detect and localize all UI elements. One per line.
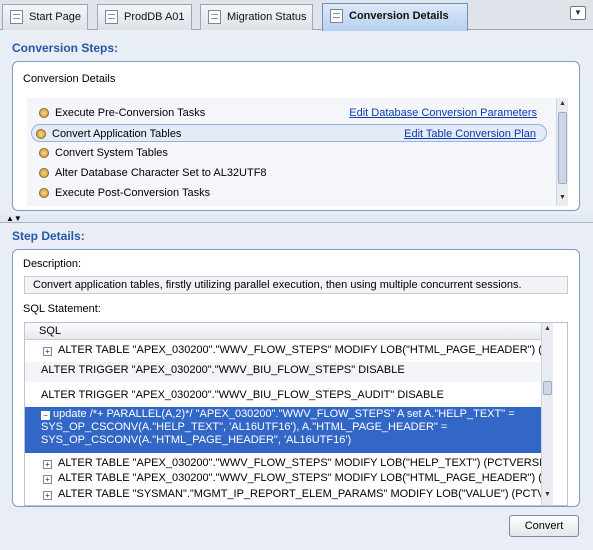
panel-splitter[interactable]: ▲▼ [0,215,593,223]
sql-row[interactable]: + ALTER TABLE "SYSMAN"."MGMT_IP_REPORT_EL… [25,487,541,501]
tab-proddb-a01[interactable]: ProdDB A01 [97,4,192,30]
tab-label: Conversion Details [349,10,449,22]
step-status-icon [39,108,49,118]
tab-start-page[interactable]: Start Page [2,4,88,30]
step-execute-pre-conversion[interactable]: Execute Pre-Conversion Tasks Edit Databa… [35,104,547,122]
page-icon [10,10,23,24]
step-label: Execute Pre-Conversion Tasks [55,107,206,119]
scroll-thumb[interactable] [558,112,567,184]
step-status-icon [39,188,49,198]
tab-bar: Start Page ProdDB A01 Migration Status C… [0,0,593,31]
expand-icon[interactable]: + [43,347,52,356]
tab-conversion-details[interactable]: Conversion Details [322,3,468,31]
convert-button[interactable]: Convert [509,515,579,537]
tab-migration-status[interactable]: Migration Status [200,4,314,30]
description-label: Description: [23,258,82,270]
step-label: Convert System Tables [55,147,168,159]
tab-list-dropdown-button[interactable]: ▼ [570,6,586,20]
sql-row[interactable]: ALTER TRIGGER "APEX_030200"."WWV_BIU_FLO… [25,387,541,403]
sql-row-selected[interactable]: − update /*+ PARALLEL(A,2)*/ "APEX_030200… [25,407,541,453]
sql-column-header[interactable]: SQL [25,323,541,340]
sql-statement-grid: SQL + ALTER TABLE "APEX_030200"."WWV_FLOW… [24,322,568,506]
collapse-icon[interactable]: − [41,411,50,420]
sql-statement-label: SQL Statement: [23,303,101,315]
chevron-down-icon: ▼ [574,8,582,17]
expand-icon[interactable]: + [43,475,52,484]
step-label: Convert Application Tables [52,128,182,140]
scroll-up-icon[interactable]: ▲ [542,323,553,335]
splitter-arrows-icon[interactable]: ▲▼ [6,215,22,223]
step-label: Execute Post-Conversion Tasks [55,187,211,199]
tab-label: Migration Status [227,11,307,23]
step-convert-application-tables[interactable]: Convert Application Tables Edit Table Co… [31,124,547,142]
description-text: Convert application tables, firstly util… [24,276,568,294]
sql-grid-scrollbar[interactable]: ▲ ▼ [541,323,553,505]
page-icon [208,10,221,24]
sql-row[interactable]: + ALTER TABLE "APEX_030200"."WWV_FLOW_STE… [25,471,541,485]
tab-label: Start Page [29,11,81,23]
sql-row[interactable]: + ALTER TABLE "APEX_030200"."WWV_FLOW_STE… [25,343,541,357]
scroll-down-icon[interactable]: ▼ [557,192,568,204]
step-status-icon [36,129,46,139]
expand-icon[interactable]: + [43,460,52,469]
scroll-up-icon[interactable]: ▲ [557,98,568,110]
conversion-details-panel: Conversion Details Execute Pre-Conversio… [12,61,580,211]
expand-icon[interactable]: + [43,491,52,500]
conversion-steps-title: Conversion Steps: [12,41,119,55]
step-details-title: Step Details: [12,229,85,243]
scroll-down-icon[interactable]: ▼ [542,489,553,501]
step-list-scrollbar[interactable]: ▲ ▼ [556,98,568,206]
edit-database-conversion-parameters-link[interactable]: Edit Database Conversion Parameters [349,104,537,122]
sql-row[interactable]: ALTER TRIGGER "APEX_030200"."WWV_BIU_FLO… [25,362,541,382]
page-icon [105,10,118,24]
step-status-icon [39,168,49,178]
step-convert-system-tables[interactable]: Convert System Tables [35,144,547,162]
step-list: Execute Pre-Conversion Tasks Edit Databa… [27,98,557,206]
panel-title: Conversion Details [23,73,116,85]
step-status-icon [39,148,49,158]
page-icon [330,9,343,23]
tab-label: ProdDB A01 [124,11,185,23]
step-alter-database-character-set[interactable]: Alter Database Character Set to AL32UTF8 [35,164,547,182]
edit-table-conversion-plan-link[interactable]: Edit Table Conversion Plan [404,125,536,143]
step-execute-post-conversion[interactable]: Execute Post-Conversion Tasks [35,184,547,202]
step-label: Alter Database Character Set to AL32UTF8 [55,167,267,179]
scroll-thumb[interactable] [543,381,552,395]
sql-row[interactable]: + ALTER TABLE "APEX_030200"."WWV_FLOW_STE… [25,456,541,470]
